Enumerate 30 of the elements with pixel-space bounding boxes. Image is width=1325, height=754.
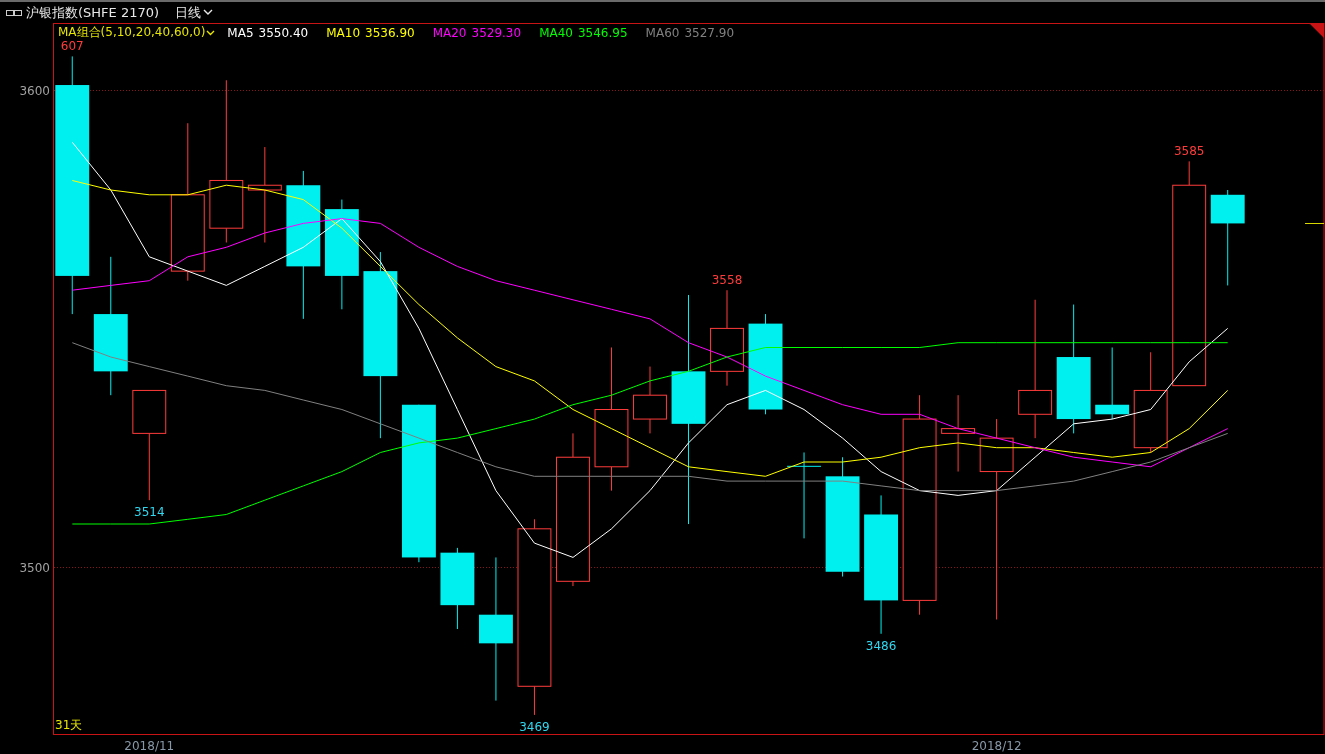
day-count-label: 31天 bbox=[55, 718, 83, 732]
ma-legend-name: MA60 bbox=[645, 25, 680, 40]
x-axis-label: 2018/12 bbox=[971, 739, 1022, 753]
price-annotation: 3514 bbox=[134, 505, 165, 520]
ma-legend-name: MA20 bbox=[432, 25, 467, 40]
ma-legend-value: 3529.30 bbox=[471, 25, 522, 40]
y-axis-label: 3500 bbox=[19, 560, 50, 575]
ma-legend-name: MA5 bbox=[227, 25, 254, 40]
ma-combo-dropdown[interactable]: MA组合(5,10,20,40,60,0) bbox=[58, 24, 216, 41]
chevron-down-icon bbox=[206, 29, 216, 36]
ma-legend-value: 3527.90 bbox=[684, 25, 735, 40]
chevron-down-icon bbox=[203, 9, 214, 16]
instrument-title: 沪银指数(SHFE 2170) bbox=[26, 3, 160, 22]
price-annotation: 3558 bbox=[711, 273, 743, 288]
ma-legend-value: 3536.90 bbox=[365, 25, 415, 40]
ma-legend-name: MA40 bbox=[539, 25, 573, 40]
ma-legend-name: MA10 bbox=[326, 25, 361, 40]
candlestick bbox=[633, 366, 667, 434]
price-marker bbox=[1304, 223, 1325, 224]
price-annotation: 3469 bbox=[519, 719, 550, 734]
x-axis-label: 2018/11 bbox=[124, 739, 175, 753]
price-annotation: 3585 bbox=[1173, 144, 1205, 159]
ma-legend-value: 3546.95 bbox=[577, 25, 628, 40]
period-dropdown[interactable]: 日线 bbox=[175, 3, 214, 22]
corner-marker bbox=[1309, 23, 1324, 38]
link-icon bbox=[6, 8, 22, 17]
price-annotation: 607 bbox=[60, 39, 84, 54]
ma-legend-value: 3550.40 bbox=[258, 25, 309, 40]
y-axis-label: 3600 bbox=[19, 83, 50, 98]
price-annotation: 3486 bbox=[865, 638, 897, 653]
